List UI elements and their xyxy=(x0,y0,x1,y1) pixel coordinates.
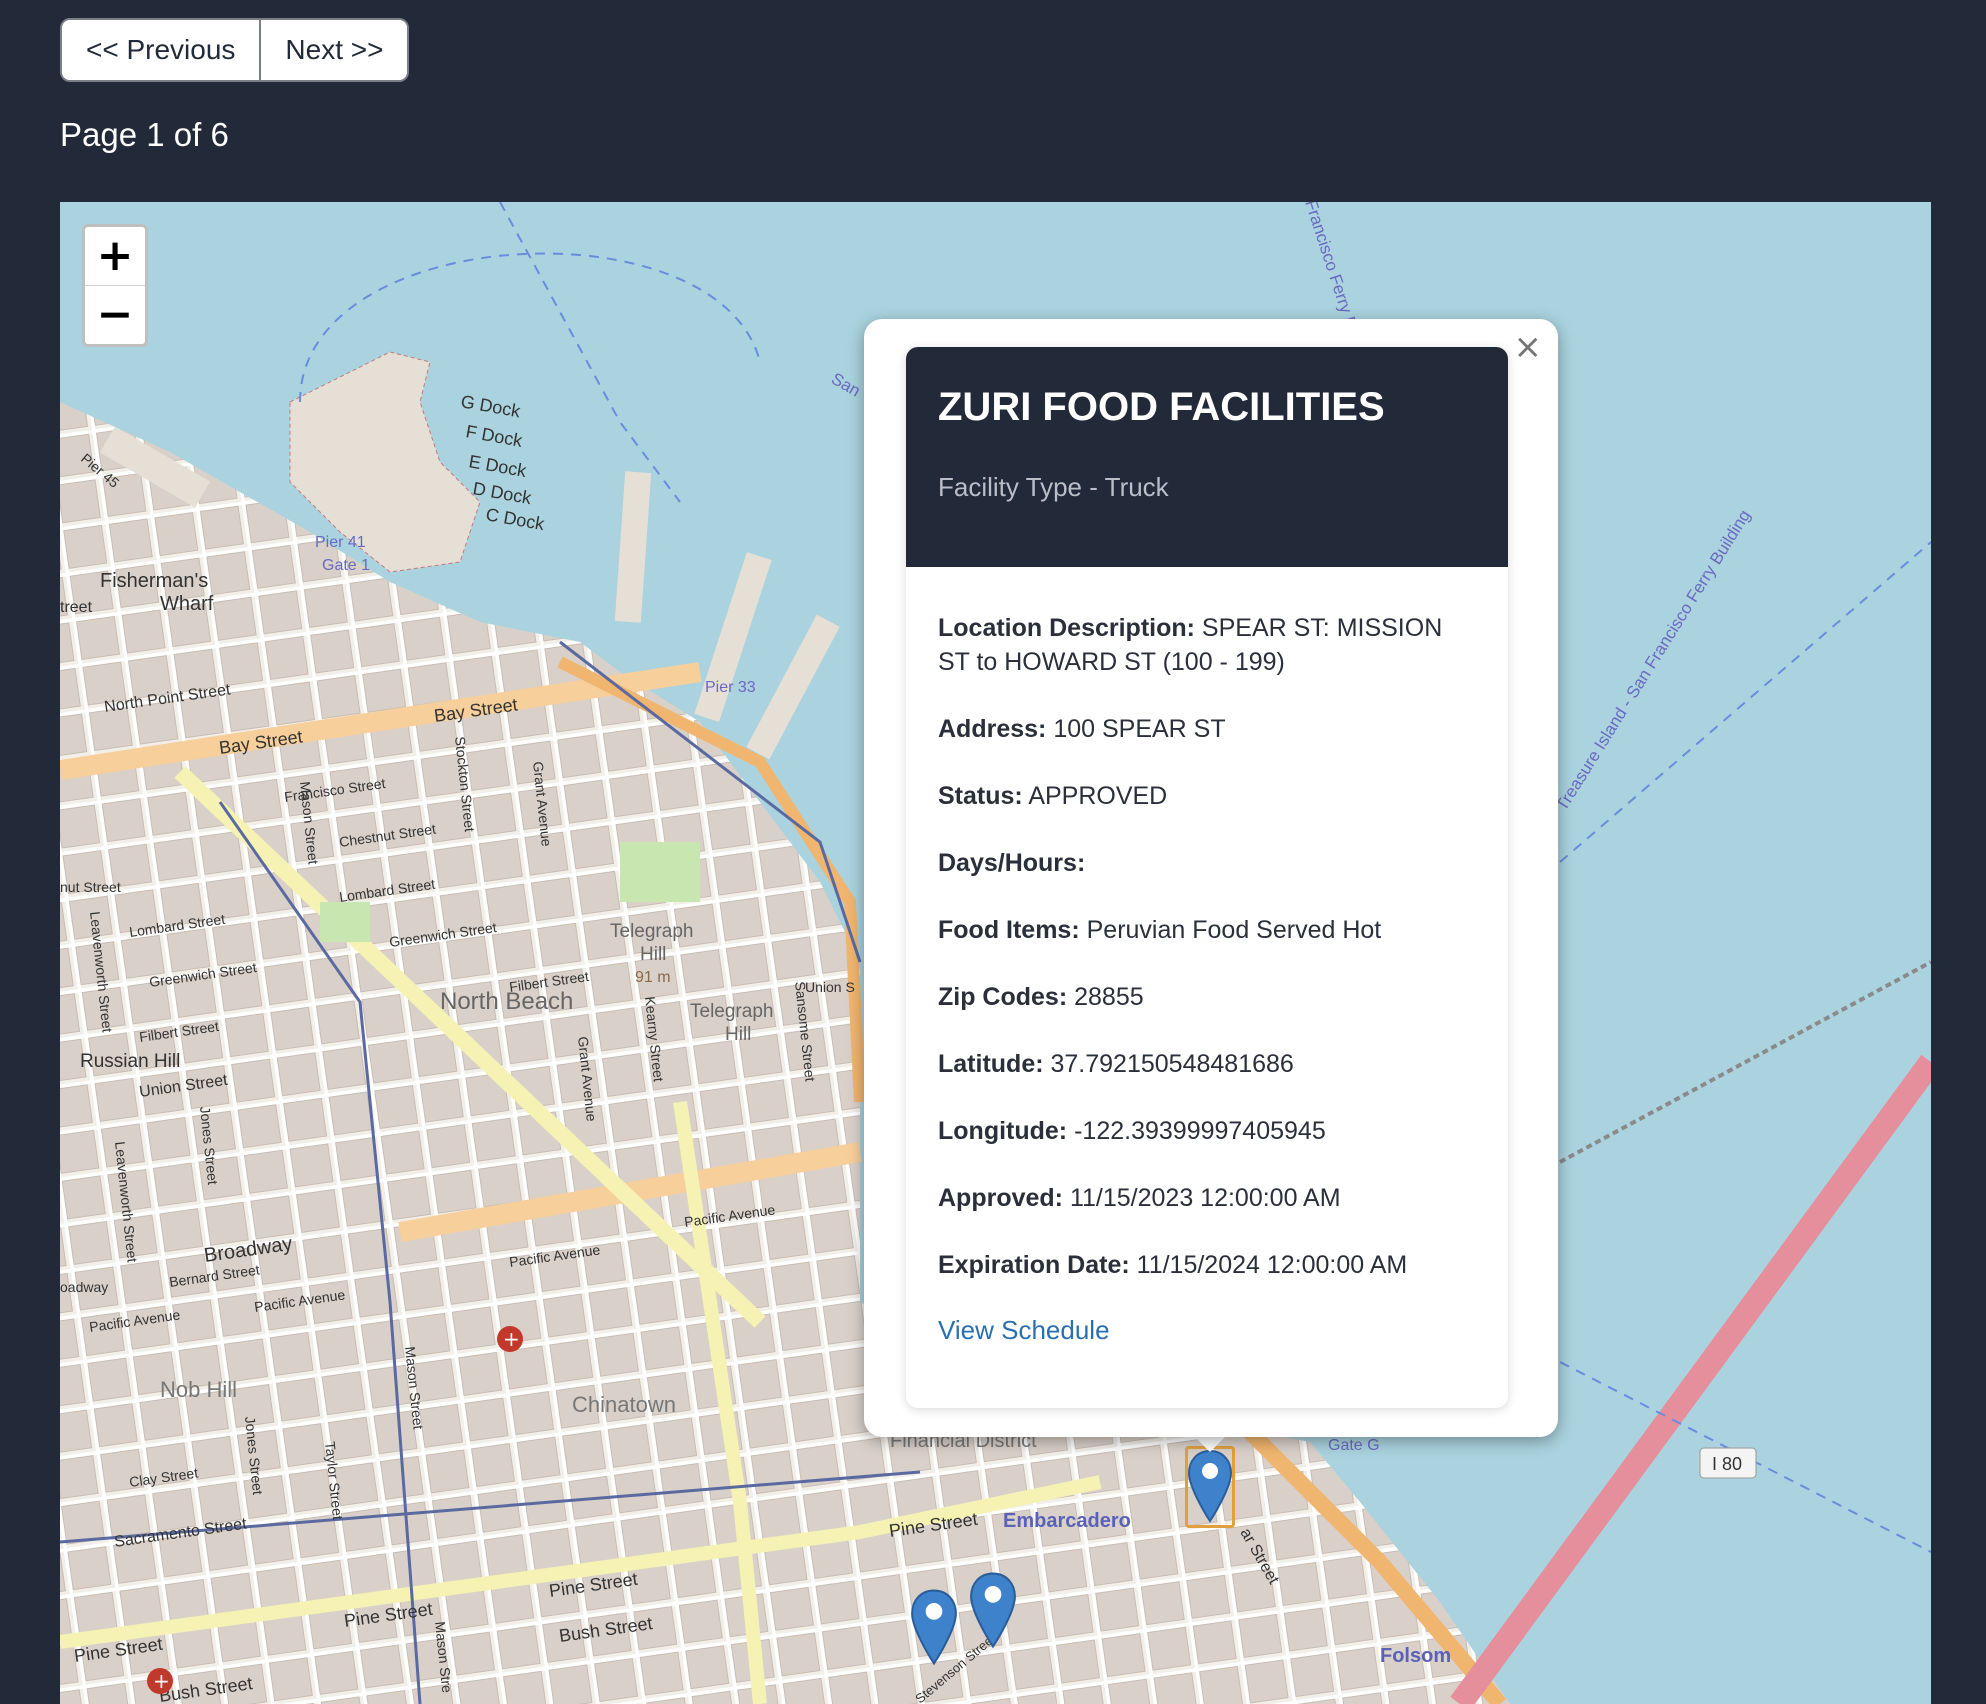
map-label: Fisherman's xyxy=(100,570,208,592)
map-label: Hill xyxy=(725,1024,751,1045)
map-label: Francisco Ferry B xyxy=(1301,202,1361,331)
map-label: San xyxy=(828,369,864,401)
zoom-in-button[interactable]: + xyxy=(85,227,145,285)
field-days-hours: Days/Hours: xyxy=(938,849,1086,877)
page-indicator: Page 1 of 6 xyxy=(60,116,229,153)
previous-button[interactable]: << Previous xyxy=(62,20,260,80)
close-icon[interactable]: × xyxy=(1514,327,1543,367)
svg-text:+: + xyxy=(153,1669,170,1693)
field-latitude: Latitude: 37.792150548481686 xyxy=(938,1050,1294,1078)
svg-text:+: + xyxy=(503,1327,520,1351)
map-marker-icon[interactable] xyxy=(1186,1449,1234,1523)
field-approved: Approved: 11/15/2023 12:00:00 AM xyxy=(938,1184,1341,1212)
zoom-control: + − xyxy=(82,224,148,347)
map-label: Telegraph xyxy=(610,921,693,942)
map-label: I 80 xyxy=(1712,1454,1742,1474)
map-label: Russian Hill xyxy=(80,1051,180,1072)
field-status: Status: APPROVED xyxy=(938,782,1168,810)
map-label: North Beach xyxy=(440,988,573,1015)
map-label: Treasure Island - San Francisco Ferry Bu… xyxy=(1552,507,1754,815)
facility-title: ZURI FOOD FACILITIES xyxy=(938,385,1385,429)
field-expiration: Expiration Date: 11/15/2024 12:00:00 AM xyxy=(938,1251,1408,1279)
map-label: Wharf xyxy=(160,593,214,615)
facility-popup: × ZURI FOOD FACILITIES Facility Type - T… xyxy=(864,319,1558,1437)
card-body: Location Description: SPEAR ST: MISSION … xyxy=(906,567,1508,1346)
map-label: Embarcadero xyxy=(1003,1510,1131,1532)
map-label: Pier 33 xyxy=(705,679,756,696)
card-header: ZURI FOOD FACILITIES Facility Type - Tru… xyxy=(906,347,1508,567)
map-label: Hill xyxy=(640,944,666,965)
field-food-items: Food Items: Peruvian Food Served Hot xyxy=(938,916,1382,944)
map-marker-icon[interactable] xyxy=(909,1587,959,1667)
map-label: Gate G xyxy=(1328,1437,1380,1454)
map-label: 91 m xyxy=(635,969,671,986)
field-zip-codes: Zip Codes: 28855 xyxy=(938,983,1144,1011)
map-label: D Dock xyxy=(471,478,534,508)
map-label: G Dock xyxy=(459,391,523,421)
map-label: E Dock xyxy=(467,451,529,481)
map-label: Chinatown xyxy=(572,1392,676,1417)
map-label: Folsom xyxy=(1380,1645,1451,1667)
map-label: treet xyxy=(60,599,93,616)
facility-type: Facility Type - Truck xyxy=(938,472,1169,502)
pagination-controls: << Previous Next >> xyxy=(60,18,410,82)
map-label: Gate 1 xyxy=(322,557,370,574)
map-label: Union S xyxy=(805,979,855,995)
map-marker-icon[interactable] xyxy=(968,1570,1018,1650)
map-label: nut Street xyxy=(60,879,121,895)
map-label: Nob Hill xyxy=(160,1377,237,1402)
map-label: C Dock xyxy=(484,504,547,534)
facility-card: ZURI FOOD FACILITIES Facility Type - Tru… xyxy=(906,347,1508,1408)
map-label: Pier 41 xyxy=(315,534,366,551)
zoom-out-button[interactable]: − xyxy=(85,285,145,344)
field-location: Location Description: SPEAR ST: MISSION … xyxy=(938,614,1443,676)
map-label: F Dock xyxy=(464,421,525,451)
next-button[interactable]: Next >> xyxy=(259,20,408,80)
field-longitude: Longitude: -122.39399997405945 xyxy=(938,1117,1326,1145)
map-label: Telegraph xyxy=(690,1001,773,1022)
view-schedule-link[interactable]: View Schedule xyxy=(938,1315,1110,1345)
map-label: oadway xyxy=(60,1279,108,1295)
field-address: Address: 100 SPEAR ST xyxy=(938,715,1226,743)
